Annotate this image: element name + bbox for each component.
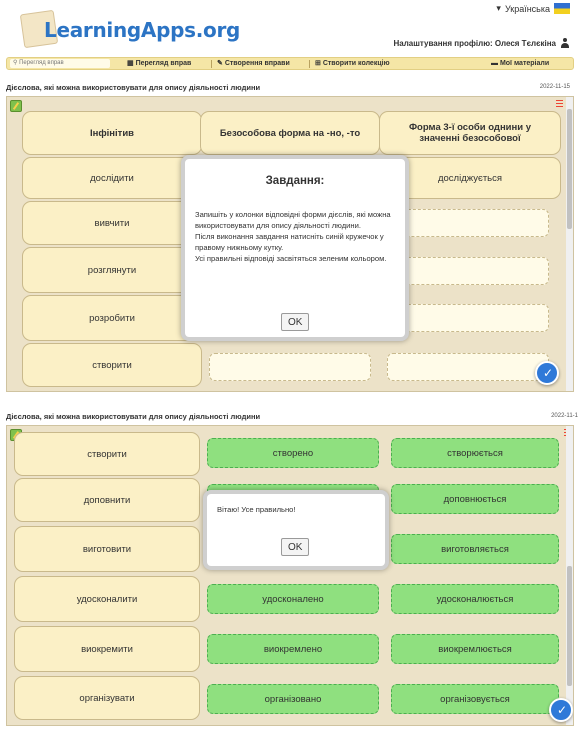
correct-answer-slot[interactable]: створено — [207, 438, 379, 468]
success-message: Вітаю! Усе правильно! — [217, 505, 296, 514]
drop-slot[interactable] — [387, 353, 549, 381]
infinitive-card[interactable]: вивчити — [22, 201, 202, 245]
nav-divider — [211, 60, 212, 68]
drop-slot[interactable] — [387, 209, 549, 237]
infinitive-card[interactable]: виокремити — [14, 626, 200, 672]
nav-browse-apps[interactable]: ▦ Перегляд вправ — [127, 59, 191, 68]
infinitive-card[interactable]: організувати — [14, 676, 200, 720]
infinitive-card[interactable]: удосконалити — [14, 576, 200, 622]
nav-create-collection[interactable]: ⊞ Створити колекцію — [315, 59, 390, 68]
page: LearningApps.org ▾ Українська Налаштуван… — [0, 0, 580, 729]
ukraine-flag-icon — [554, 3, 570, 14]
dialog-text: Запишіть у колонки відповідні форми дієс… — [195, 210, 391, 263]
header-impersonal-form: Безособова форма на -но, -то — [200, 111, 380, 155]
search-input[interactable]: ⚲ Перегляд вправ — [10, 59, 110, 68]
pencil-icon: ✎ — [217, 60, 223, 67]
nav-divider — [309, 60, 310, 68]
correct-answer-slot[interactable]: виокремлюється — [391, 634, 559, 664]
correct-answer-slot[interactable]: створюється — [391, 438, 559, 468]
infinitive-card[interactable]: доповнити — [14, 478, 200, 522]
check-answers-button[interactable] — [549, 698, 573, 722]
ok-button[interactable]: OK — [281, 313, 310, 331]
drop-slot[interactable] — [387, 304, 549, 332]
grid-icon: ▦ — [127, 60, 134, 67]
correct-answer-slot[interactable]: удосконалено — [207, 584, 379, 614]
header-third-person-form: Форма 3-ї особи однини у значенні безосо… — [379, 111, 561, 155]
check-answers-button[interactable] — [535, 361, 559, 385]
infinitive-card[interactable]: розглянути — [22, 247, 202, 293]
drop-slot[interactable] — [387, 257, 549, 285]
scrollbar[interactable] — [566, 426, 573, 725]
exercise-panel-bottom: створити створено створюється доповнити … — [6, 425, 574, 726]
exercise-title: Дієслова, які можна використовувати для … — [6, 412, 261, 421]
nav-my-materials[interactable]: ▬ Мої матеріали — [491, 59, 549, 68]
search-icon: ⚲ — [13, 60, 18, 66]
scrollbar[interactable] — [566, 97, 573, 391]
infinitive-card[interactable]: створити — [22, 343, 202, 387]
correct-answer-slot[interactable]: виокремлено — [207, 634, 379, 664]
correct-answer-slot[interactable]: виготовляється — [391, 534, 559, 564]
logo-text: LearningApps.org — [44, 18, 241, 42]
task-dialog: Завдання: Запишіть у колонки відповідні … — [181, 155, 409, 341]
folder-icon: ▬ — [491, 60, 498, 67]
scrollbar-thumb[interactable] — [567, 566, 572, 686]
drop-slot[interactable] — [209, 353, 371, 381]
fullscreen-icon[interactable] — [556, 100, 563, 108]
infinitive-card[interactable]: розробити — [22, 295, 202, 341]
chevron-down-icon: ▾ — [496, 3, 501, 13]
correct-answer-slot[interactable]: удосконалюється — [391, 584, 559, 614]
language-selector[interactable]: ▾ Українська — [496, 3, 570, 14]
user-icon — [560, 38, 570, 48]
exercise-panel-top: Інфінітив Безособова форма на -но, -то Ф… — [6, 96, 574, 392]
dialog-title: Завдання: — [265, 175, 325, 187]
infinitive-card[interactable]: дослідити — [22, 157, 202, 199]
profile-label: Налаштування профілю: Олеся Тєлєкіна — [393, 38, 556, 48]
nav-create-app[interactable]: ✎ Створення вправи — [217, 59, 290, 68]
site-header: LearningApps.org ▾ Українська Налаштуван… — [0, 0, 580, 56]
scrollbar-thumb[interactable] — [567, 109, 572, 229]
exercise-title: Дієслова, які можна використовувати для … — [6, 83, 261, 92]
language-label: Українська — [504, 3, 550, 14]
search-placeholder: Перегляд вправ — [19, 60, 64, 66]
correct-answer-slot[interactable]: доповнюється — [391, 484, 559, 514]
profile-settings-link[interactable]: Налаштування профілю: Олеся Тєлєкіна — [393, 38, 570, 48]
ok-button[interactable]: OK — [281, 538, 310, 556]
edit-icon[interactable] — [10, 100, 22, 112]
correct-answer-slot[interactable]: організовано — [207, 684, 379, 714]
site-logo[interactable]: LearningApps.org — [14, 8, 240, 52]
exercise-date: 2022-11-15 — [539, 84, 570, 90]
success-dialog: Вітаю! Усе правильно! OK — [203, 490, 389, 570]
main-nav: ⚲ Перегляд вправ ▦ Перегляд вправ ✎ Ство… — [6, 57, 574, 70]
infinitive-card[interactable]: створити — [14, 432, 200, 476]
infinitive-card[interactable]: виготовити — [14, 526, 200, 572]
collection-icon: ⊞ — [315, 60, 321, 67]
correct-answer-slot[interactable]: організовується — [391, 684, 559, 714]
header-infinitive: Інфінітив — [22, 111, 202, 155]
exercise-date: 2022-11-1 — [551, 413, 578, 419]
